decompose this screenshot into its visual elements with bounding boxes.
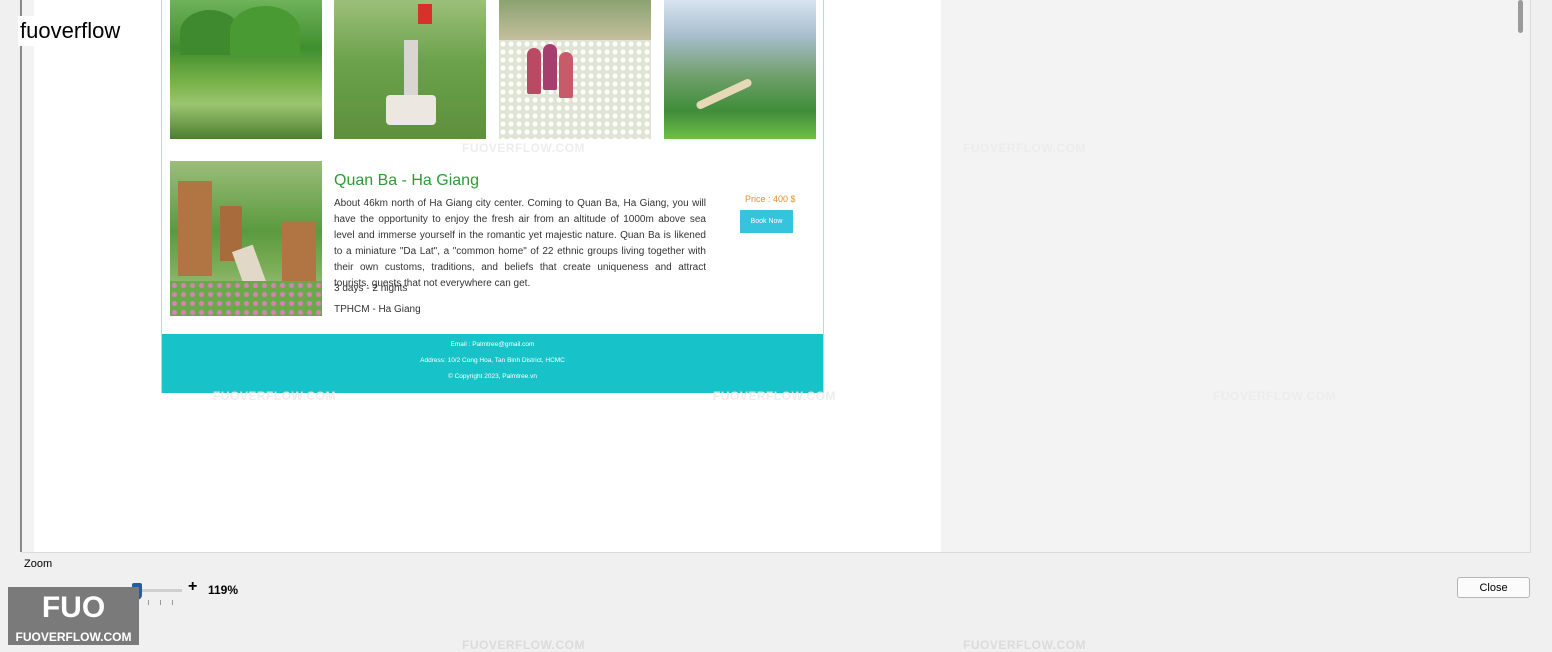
window-left-edge (0, 0, 8, 645)
tour-report: Quan Ba - Ha Giang About 46km north of H… (161, 0, 824, 393)
tour-title[interactable]: Quan Ba - Ha Giang (334, 172, 479, 190)
fuoverflow-logo: FUO FUOVERFLOW.COM (8, 587, 139, 645)
report-viewer-window: Quan Ba - Ha Giang About 46km north of H… (0, 0, 1552, 652)
zoom-in-button[interactable]: + (188, 578, 197, 596)
watermark-text: FUOVERFLOW.COM (462, 141, 585, 155)
logo-text: FUOVERFLOW.COM (15, 630, 132, 644)
footer-copyright: © Copyright 2023, Palmtree.vn (448, 373, 537, 380)
flag-icon (418, 4, 432, 24)
watermark-text: FUOVERFLOW.COM (713, 389, 836, 403)
watermark-text: FUOVERFLOW.COM (462, 638, 585, 652)
scrollbar-thumb[interactable] (1518, 0, 1523, 33)
footer-address: Address: 10/2 Cong Hoa, Tan Binh Distric… (420, 357, 565, 364)
vertical-scrollbar[interactable] (1514, 0, 1528, 552)
zoom-value: 119% (208, 583, 239, 597)
footer-email: Email : Palmtree@gmail.com (450, 341, 535, 348)
watermark-text: FUOVERFLOW.COM (1213, 389, 1336, 403)
tour-description: About 46km north of Ha Giang city center… (334, 198, 706, 290)
flower-field-photo (499, 0, 651, 139)
homestay-photo (170, 161, 322, 316)
watermark-text: FUOVERFLOW.COM (213, 389, 336, 403)
report-footer: Email : Palmtree@gmail.com Address: 10/2… (162, 334, 823, 393)
tour-duration: 3 days - 2 nights (334, 283, 408, 294)
rice-terrace-photo (170, 0, 322, 139)
tour-route: TPHCM - Ha Giang (334, 304, 421, 315)
tour-price: Price : 400 $ (745, 194, 796, 204)
watermark-text: FUOVERFLOW.COM (963, 141, 1086, 155)
watermark-text: FUOVERFLOW.COM (963, 638, 1086, 652)
book-now-button[interactable]: Book Now (740, 210, 793, 233)
close-button[interactable]: Close (1457, 577, 1530, 598)
flag-tower-photo (334, 0, 486, 139)
mountain-road-photo (664, 0, 816, 139)
zoom-label: Zoom (24, 558, 53, 570)
logo-mark: FUO (41, 591, 106, 624)
app-title: fuoverflow (18, 16, 123, 46)
